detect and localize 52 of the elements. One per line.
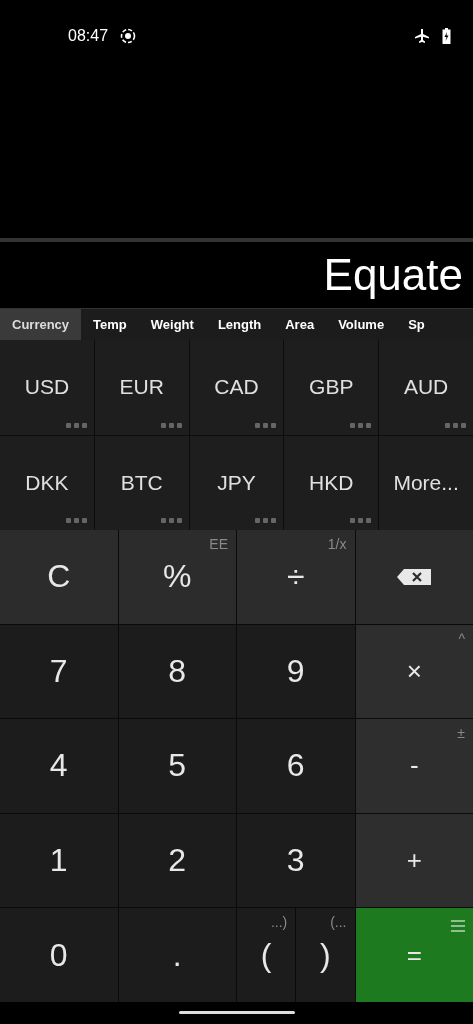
digit-key[interactable]: 6: [237, 719, 355, 813]
digit-key[interactable]: 1: [0, 813, 118, 908]
key-hint: 1/x: [327, 536, 347, 552]
operator-key[interactable]: - ±: [355, 719, 473, 813]
key-hint: ...): [270, 914, 288, 931]
key-hint: EE: [209, 536, 228, 552]
key-hint: ±: [457, 725, 465, 742]
unit-key[interactable]: BTC: [94, 435, 189, 530]
unit-key[interactable]: DKK: [0, 435, 94, 530]
unit-key[interactable]: USD: [0, 340, 94, 435]
category-tab[interactable]: Sp: [396, 309, 437, 340]
unit-key[interactable]: CAD: [189, 340, 284, 435]
airplane-icon: [414, 28, 430, 44]
backspace-button[interactable]: [355, 530, 473, 624]
unit-key[interactable]: JPY: [189, 435, 284, 530]
unit-key[interactable]: HKD: [284, 435, 379, 530]
paren-key[interactable]: ) (...: [296, 908, 355, 1002]
battery-charging-icon: [442, 28, 451, 44]
digit-key[interactable]: 2: [118, 813, 236, 908]
backspace-icon: [396, 567, 433, 586]
digit-key[interactable]: 4: [0, 719, 118, 813]
category-tab[interactable]: Temp: [81, 309, 139, 340]
operator-key[interactable]: +: [355, 813, 473, 908]
category-tab[interactable]: Weight: [138, 309, 206, 340]
digit-key[interactable]: 5: [118, 719, 236, 813]
home-indicator[interactable]: [178, 1010, 295, 1014]
unit-key[interactable]: GBP: [284, 340, 379, 435]
unit-key[interactable]: AUD: [379, 340, 473, 435]
record-icon: [120, 28, 137, 44]
key-hint: (...: [330, 914, 347, 931]
digit-key[interactable]: .: [118, 908, 236, 1002]
function-key[interactable]: C: [0, 530, 118, 624]
digit-key[interactable]: 3: [237, 813, 355, 908]
unit-key[interactable]: More...: [379, 435, 473, 530]
unit-key[interactable]: EUR: [94, 340, 189, 435]
paren-key[interactable]: ( ...): [237, 908, 296, 1002]
category-tab[interactable]: Currency: [0, 309, 82, 340]
digit-key[interactable]: 0: [0, 908, 118, 1002]
function-key[interactable]: ÷ 1/x: [237, 530, 355, 624]
digit-key[interactable]: 7: [0, 624, 118, 719]
menu-icon: [451, 920, 465, 933]
digit-key[interactable]: 8: [118, 624, 236, 719]
app-title: Equate: [323, 250, 463, 300]
category-tab[interactable]: Length: [205, 309, 274, 340]
operator-key[interactable]: × ^: [355, 624, 473, 719]
digit-key[interactable]: 9: [237, 624, 355, 719]
status-time: 08:47: [68, 27, 109, 45]
category-tab[interactable]: Area: [273, 309, 327, 340]
key-hint: ^: [458, 630, 465, 647]
function-key[interactable]: % EE: [118, 530, 236, 624]
category-tab[interactable]: Volume: [326, 309, 397, 340]
equals-button[interactable]: =: [355, 908, 473, 1002]
